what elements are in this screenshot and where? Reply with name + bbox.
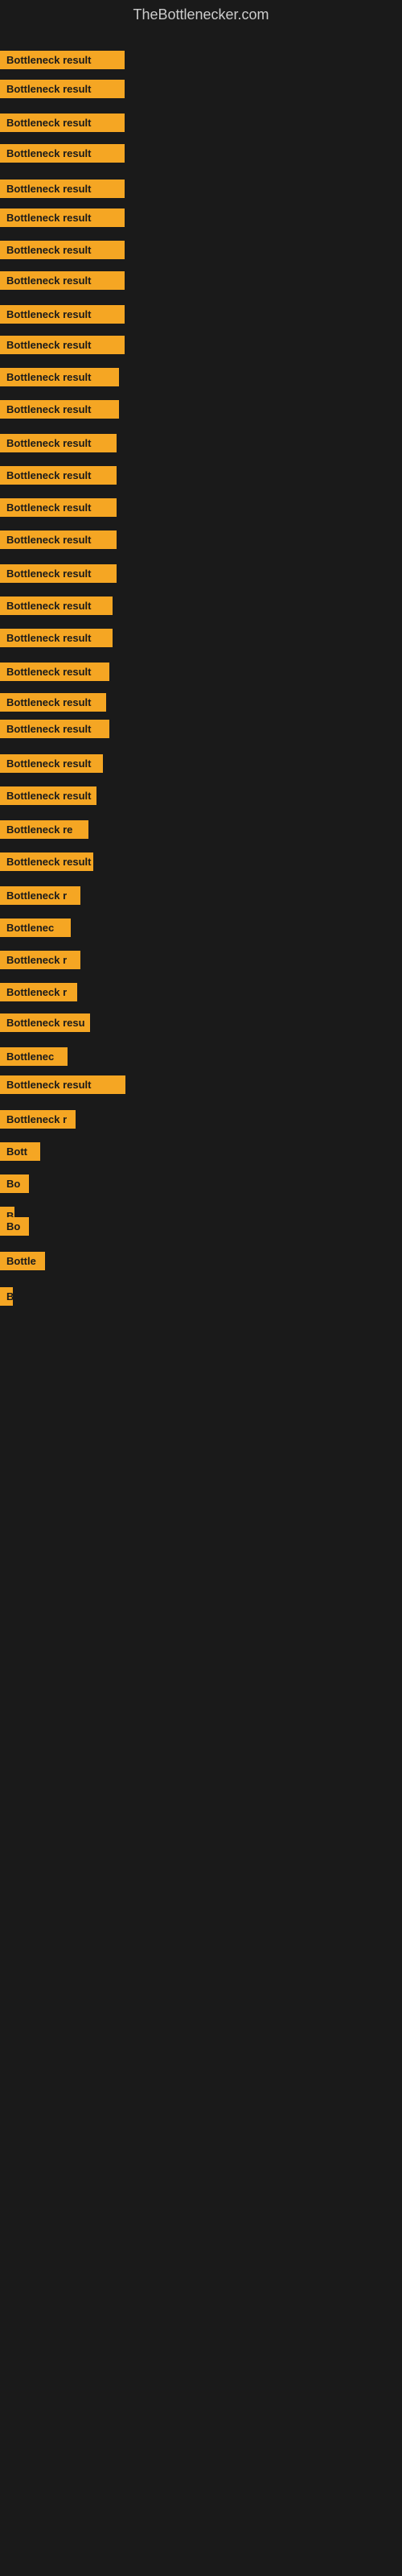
bottleneck-bar: Bottleneck result <box>0 180 125 198</box>
bottleneck-bar: Bottleneck result <box>0 241 125 259</box>
bottleneck-label: Bottleneck result <box>0 144 125 163</box>
bottleneck-bar: Bottleneck resu <box>0 1013 90 1032</box>
bottleneck-label: Bottleneck result <box>0 663 109 681</box>
bottleneck-label: Bottleneck result <box>0 271 125 290</box>
bottleneck-bar: Bottlenec <box>0 1047 68 1066</box>
bottleneck-bar: Bottleneck result <box>0 368 119 386</box>
bottleneck-bar: Bottleneck result <box>0 720 109 738</box>
bottleneck-label: Bo <box>0 1174 29 1193</box>
bottleneck-bar: Bottleneck result <box>0 208 125 227</box>
bottleneck-label: Bottlenec <box>0 919 71 937</box>
bottleneck-bar: Bottleneck result <box>0 1075 125 1094</box>
bottleneck-label: B <box>0 1287 13 1306</box>
bottleneck-bar: Bottleneck result <box>0 530 117 549</box>
bottleneck-label: Bottleneck result <box>0 434 117 452</box>
bottleneck-label: Bottleneck result <box>0 305 125 324</box>
bottleneck-label: Bottleneck result <box>0 693 106 712</box>
bottleneck-label: Bottleneck result <box>0 336 125 354</box>
bottleneck-label: Bottleneck result <box>0 51 125 69</box>
bottleneck-bar: Bottlenec <box>0 919 71 937</box>
bottleneck-bar: Bottleneck result <box>0 51 125 69</box>
bottleneck-bar: Bottleneck result <box>0 629 113 647</box>
bottleneck-label: Bottleneck result <box>0 754 103 773</box>
bottleneck-bar: Bottleneck result <box>0 597 113 615</box>
bottleneck-label: Bottleneck resu <box>0 1013 90 1032</box>
bottleneck-bar: Bott <box>0 1142 40 1161</box>
bottleneck-bar: Bottleneck r <box>0 951 80 969</box>
bottleneck-bar: Bottleneck result <box>0 564 117 583</box>
bottleneck-bar: Bottleneck result <box>0 663 109 681</box>
bottleneck-bar: Bottleneck result <box>0 336 125 354</box>
bottleneck-bar: Bottleneck result <box>0 400 119 419</box>
bottleneck-label: Bottleneck result <box>0 180 125 198</box>
bottleneck-label: Bottleneck result <box>0 466 117 485</box>
bottleneck-label: Bottleneck result <box>0 597 113 615</box>
bottleneck-bar: Bottleneck result <box>0 271 125 290</box>
site-title: TheBottlenecker.com <box>0 0 402 33</box>
bottleneck-bar: Bottleneck result <box>0 754 103 773</box>
bottleneck-label: Bottleneck r <box>0 951 80 969</box>
bottleneck-bar: B <box>0 1287 13 1306</box>
bottleneck-bar: Bottleneck result <box>0 693 106 712</box>
bars-container: Bottleneck result Bottleneck result Bottle… <box>0 33 402 2569</box>
bottleneck-label: Bottleneck r <box>0 983 77 1001</box>
bottleneck-label: Bottleneck result <box>0 629 113 647</box>
bottleneck-bar: Bottleneck result <box>0 114 125 132</box>
bottleneck-label: Bottleneck result <box>0 720 109 738</box>
bottleneck-label: Bottleneck result <box>0 786 96 805</box>
bottleneck-bar: Bottleneck r <box>0 886 80 905</box>
bottleneck-label: Bottlenec <box>0 1047 68 1066</box>
bottleneck-label: Bott <box>0 1142 40 1161</box>
bottleneck-label: Bottleneck result <box>0 498 117 517</box>
bottleneck-label: Bottleneck result <box>0 368 119 386</box>
bottleneck-bar: Bottleneck result <box>0 434 117 452</box>
bottleneck-bar: Bottleneck result <box>0 498 117 517</box>
bottleneck-bar: Bottleneck result <box>0 852 93 871</box>
bottleneck-label: Bottleneck r <box>0 1110 76 1129</box>
bottleneck-bar: Bottleneck result <box>0 144 125 163</box>
bottleneck-label: Bottleneck result <box>0 1075 125 1094</box>
bottleneck-bar: Bottleneck result <box>0 305 125 324</box>
bottleneck-bar: Bottleneck result <box>0 466 117 485</box>
bottleneck-label: Bottleneck result <box>0 80 125 98</box>
bottleneck-bar: Bottleneck result <box>0 80 125 98</box>
bottleneck-bar: Bottleneck r <box>0 1110 76 1129</box>
bottleneck-bar: Bottleneck re <box>0 820 88 839</box>
bottleneck-label: Bottleneck r <box>0 886 80 905</box>
bottleneck-bar: Bottle <box>0 1252 45 1270</box>
bottleneck-bar: Bo <box>0 1174 29 1193</box>
bottleneck-label: Bo <box>0 1217 29 1236</box>
bottleneck-bar: Bottleneck result <box>0 786 96 805</box>
bottleneck-label: Bottle <box>0 1252 45 1270</box>
bottleneck-label: Bottleneck result <box>0 530 117 549</box>
bottleneck-bar: Bo <box>0 1217 29 1236</box>
bottleneck-bar: Bottleneck r <box>0 983 77 1001</box>
bottleneck-label: Bottleneck re <box>0 820 88 839</box>
bottleneck-label: Bottleneck result <box>0 564 117 583</box>
bottleneck-label: Bottleneck result <box>0 852 93 871</box>
bottleneck-label: Bottleneck result <box>0 208 125 227</box>
bottleneck-label: Bottleneck result <box>0 400 119 419</box>
bottleneck-label: Bottleneck result <box>0 114 125 132</box>
bottleneck-label: Bottleneck result <box>0 241 125 259</box>
